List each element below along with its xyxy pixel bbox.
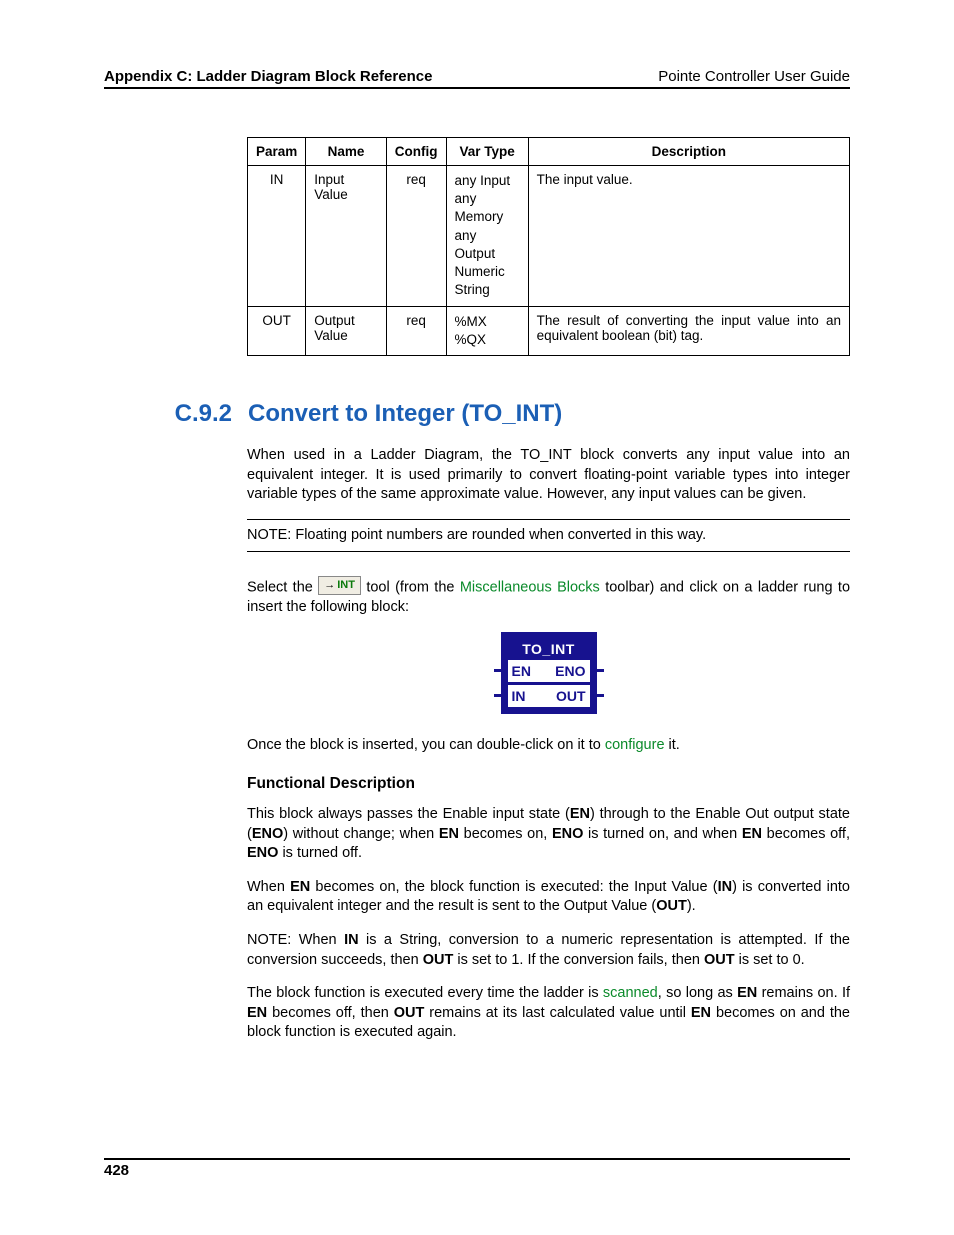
text: remains on. If bbox=[757, 985, 850, 1001]
fd-paragraph-3: NOTE: When IN is a String, conversion to… bbox=[247, 931, 850, 970]
fd-paragraph-1: This block always passes the Enable inpu… bbox=[247, 805, 850, 864]
section-number: C.9.2 bbox=[104, 400, 232, 428]
text: it. bbox=[665, 737, 680, 753]
cell-name: Output Value bbox=[306, 306, 387, 355]
text: NOTE: When bbox=[247, 932, 344, 948]
text: ) without change; when bbox=[283, 826, 439, 842]
text: becomes off, then bbox=[267, 1005, 394, 1021]
cell-config: req bbox=[386, 306, 446, 355]
link-misc-blocks[interactable]: Miscellaneous Blocks bbox=[460, 579, 600, 595]
cell-config: req bbox=[386, 166, 446, 307]
cell-desc: The result of converting the input value… bbox=[528, 306, 849, 355]
th-vartype: Var Type bbox=[446, 138, 528, 166]
text: becomes off, bbox=[762, 826, 850, 842]
header-right: Pointe Controller User Guide bbox=[658, 68, 850, 85]
th-config: Config bbox=[386, 138, 446, 166]
block-out: OUT bbox=[552, 685, 590, 707]
functional-description-heading: Functional Description bbox=[247, 775, 850, 793]
to-int-tool-icon: →INT bbox=[318, 576, 361, 595]
text: When bbox=[247, 879, 290, 895]
note-rounding: NOTE: Floating point numbers are rounded… bbox=[247, 519, 850, 553]
bold-in: IN bbox=[344, 932, 359, 948]
text: remains at its last calculated value unt… bbox=[424, 1005, 691, 1021]
text: is turned off. bbox=[278, 845, 362, 861]
select-paragraph: Select the →INT tool (from the Miscellan… bbox=[247, 578, 850, 617]
link-configure[interactable]: configure bbox=[605, 737, 665, 753]
text: Select the bbox=[247, 579, 318, 595]
text: tool (from the bbox=[366, 579, 460, 595]
th-param: Param bbox=[248, 138, 306, 166]
section-heading: C.9.2 Convert to Integer (TO_INT) bbox=[104, 400, 850, 428]
page-header: Appendix C: Ladder Diagram Block Referen… bbox=[104, 68, 850, 89]
bold-en: EN bbox=[247, 1005, 267, 1021]
bold-out: OUT bbox=[394, 1005, 425, 1021]
section-title: Convert to Integer (TO_INT) bbox=[248, 400, 562, 428]
bold-eno: ENO bbox=[552, 826, 583, 842]
cell-desc: The input value. bbox=[528, 166, 849, 307]
cell-param: OUT bbox=[248, 306, 306, 355]
bold-out: OUT bbox=[423, 952, 454, 968]
block-eno: ENO bbox=[551, 660, 589, 682]
configure-paragraph: Once the block is inserted, you can doub… bbox=[247, 736, 850, 756]
bold-en: EN bbox=[439, 826, 459, 842]
cell-vartype: any Input any Memory any Output Numeric … bbox=[446, 166, 528, 307]
block-title: TO_INT bbox=[508, 639, 590, 660]
text: , so long as bbox=[658, 985, 737, 1001]
bold-eno: ENO bbox=[247, 845, 278, 861]
header-left: Appendix C: Ladder Diagram Block Referen… bbox=[104, 68, 432, 85]
text: Once the block is inserted, you can doub… bbox=[247, 737, 605, 753]
int-label: INT bbox=[337, 579, 355, 591]
table-row: IN Input Value req any Input any Memory … bbox=[248, 166, 850, 307]
bold-en: EN bbox=[691, 1005, 711, 1021]
block-en: EN bbox=[508, 660, 535, 682]
bold-en: EN bbox=[742, 826, 762, 842]
text: is set to 1. If the conversion fails, th… bbox=[453, 952, 704, 968]
pin-eno-icon bbox=[597, 669, 604, 672]
text: This block always passes the Enable inpu… bbox=[247, 806, 570, 822]
link-scanned[interactable]: scanned bbox=[603, 985, 658, 1001]
param-table: Param Name Config Var Type Description I… bbox=[247, 137, 850, 356]
to-int-block-diagram: TO_INT EN ENO IN OUT bbox=[501, 632, 597, 714]
text: The block function is executed every tim… bbox=[247, 985, 603, 1001]
page-number: 428 bbox=[104, 1158, 850, 1179]
text: is set to 0. bbox=[735, 952, 805, 968]
th-name: Name bbox=[306, 138, 387, 166]
text: becomes on, bbox=[459, 826, 552, 842]
fd-paragraph-4: The block function is executed every tim… bbox=[247, 984, 850, 1043]
cell-name: Input Value bbox=[306, 166, 387, 307]
text: is turned on, and when bbox=[583, 826, 741, 842]
bold-in: IN bbox=[718, 879, 733, 895]
pin-out-icon bbox=[597, 694, 604, 697]
bold-out: OUT bbox=[656, 898, 687, 914]
bold-en: EN bbox=[570, 806, 590, 822]
text: ). bbox=[687, 898, 696, 914]
cell-param: IN bbox=[248, 166, 306, 307]
pin-en-icon bbox=[494, 669, 501, 672]
bold-en: EN bbox=[290, 879, 310, 895]
block-in: IN bbox=[508, 685, 530, 707]
table-row: OUT Output Value req %MX %QX The result … bbox=[248, 306, 850, 355]
pin-in-icon bbox=[494, 694, 501, 697]
fd-paragraph-2: When EN becomes on, the block function i… bbox=[247, 878, 850, 917]
intro-paragraph: When used in a Ladder Diagram, the TO_IN… bbox=[247, 446, 850, 505]
cell-vartype: %MX %QX bbox=[446, 306, 528, 355]
text: becomes on, the block function is execut… bbox=[310, 879, 717, 895]
bold-eno: ENO bbox=[252, 826, 283, 842]
th-desc: Description bbox=[528, 138, 849, 166]
arrow-icon: → bbox=[324, 579, 335, 591]
bold-out: OUT bbox=[704, 952, 735, 968]
bold-en: EN bbox=[737, 985, 757, 1001]
